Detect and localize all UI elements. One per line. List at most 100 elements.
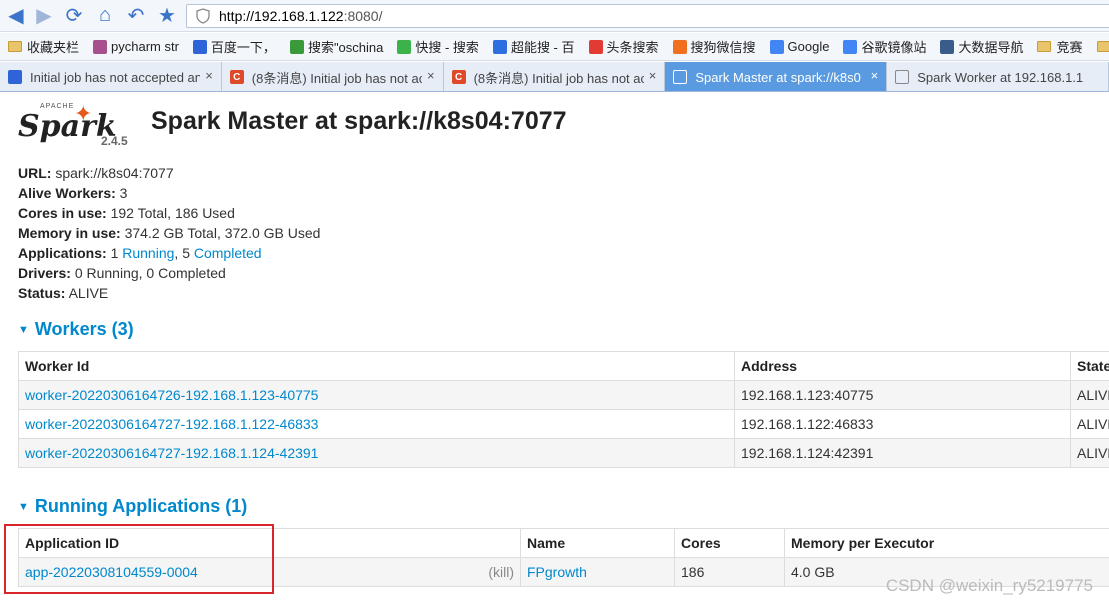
home-icon[interactable]: ⌂ xyxy=(93,3,117,27)
bookmark-label: 超能搜 - 百 xyxy=(510,40,575,55)
workers-section-toggle[interactable]: ▼ Workers (3) xyxy=(18,319,134,340)
tab-favicon-icon xyxy=(895,70,910,84)
favorite-star-icon[interactable]: ★ xyxy=(155,3,179,27)
undo-icon[interactable]: ↶ xyxy=(124,3,148,27)
bookmark-item[interactable]: 超能搜 - 百 xyxy=(492,37,575,56)
worker-address-cell: 192.168.1.124:42391 xyxy=(734,438,1071,468)
toutiao-icon xyxy=(588,39,603,54)
bookmark-item[interactable]: 搜狗微信搜 xyxy=(672,37,756,56)
worker-link[interactable]: worker-20220306164726-192.168.1.123-4077… xyxy=(25,387,318,403)
table-row: worker-20220306164727-192.168.1.124-4239… xyxy=(18,438,1109,468)
tab-favicon-icon: C xyxy=(451,70,466,84)
worker-link[interactable]: worker-20220306164727-192.168.1.124-4239… xyxy=(25,445,318,461)
worker-address-cell: 192.168.1.123:40775 xyxy=(734,380,1071,410)
table-row: worker-20220306164727-192.168.1.122-4683… xyxy=(18,409,1109,439)
bookmark-label: 搜狗微信搜 xyxy=(690,40,756,55)
summary-memory: Memory in use: 374.2 GB Total, 372.0 GB … xyxy=(18,225,321,241)
worker-link[interactable]: worker-20220306164727-192.168.1.122-4683… xyxy=(25,416,318,432)
url-text[interactable]: http://192.168.1.122:8080/ xyxy=(219,8,383,24)
worker-state-cell: ALIVE xyxy=(1070,409,1109,439)
bookmark-item[interactable]: 百度一下， xyxy=(192,37,276,56)
page-title: Spark Master at spark://k8s04:7077 xyxy=(151,107,567,135)
summary-alive-workers: Alive Workers: 3 xyxy=(18,185,128,201)
close-tab-icon[interactable]: × xyxy=(649,68,657,83)
spark-master-page: APACHE Spark ✦ 2.4.5 Spark Master at spa… xyxy=(0,93,1109,606)
browser-tab[interactable]: C (8条消息) Initial job has not ac × xyxy=(443,62,666,91)
tab-strip: Initial job has not accepted an × C (8条消息) … xyxy=(0,62,1109,92)
bookmark-label: 谷歌镜像站 xyxy=(861,40,927,55)
chaonengsou-icon xyxy=(492,39,507,54)
refresh-icon[interactable]: ⟳ xyxy=(62,3,86,27)
bookmark-label: 竞赛 xyxy=(1056,40,1083,55)
tab-title: Spark Worker at 192.168.1.1 xyxy=(917,69,1084,85)
column-header-memory-per-executor[interactable]: Memory per Executor xyxy=(784,528,1109,558)
running-apps-section-toggle[interactable]: ▼ Running Applications (1) xyxy=(18,496,247,517)
browser-toolbar: ◀ ▶ ⟳ ⌂ ↶ ★ http://192.168.1.122:8080/ xyxy=(0,0,1109,32)
worker-address-cell: 192.168.1.122:46833 xyxy=(734,409,1071,439)
watermark: CSDN @weixin_ry5219775 xyxy=(885,576,1093,595)
tab-title: Spark Master at spark://k8s0 xyxy=(695,69,861,85)
tab-favicon-icon xyxy=(8,70,22,84)
application-name-link[interactable]: FPgrowth xyxy=(527,564,587,580)
application-name-cell: FPgrowth xyxy=(520,557,675,587)
running-apps-link[interactable]: Running xyxy=(122,245,174,261)
back-icon[interactable]: ◀ xyxy=(4,3,28,27)
summary-cores: Cores in use: 192 Total, 186 Used xyxy=(18,205,235,221)
folder-icon xyxy=(1037,41,1052,52)
browser-tab[interactable]: Spark Master at spark://k8s0 × xyxy=(665,62,888,91)
tab-title: (8条消息) Initial job has not ac xyxy=(251,70,422,86)
bookmark-label: pycharm str xyxy=(111,39,179,54)
completed-apps-link[interactable]: Completed xyxy=(194,245,262,261)
search-icon xyxy=(289,39,304,54)
bookmark-item[interactable]: 竞赛 xyxy=(1037,37,1083,56)
bookmark-item[interactable]: 快搜 - 搜索 xyxy=(397,37,479,56)
bookmark-item[interactable]: 头条搜索 xyxy=(588,37,659,56)
worker-state-cell: ALIVE xyxy=(1070,438,1109,468)
bookmark-label: Google xyxy=(787,39,830,54)
browser-tab[interactable]: Spark Worker at 192.168.1.1 xyxy=(887,62,1109,91)
google-icon xyxy=(769,39,784,54)
browser-tab[interactable]: Initial job has not accepted an × xyxy=(0,62,222,91)
bookmark-label: 大数据导航 xyxy=(958,40,1024,55)
worker-id-cell: worker-20220306164727-192.168.1.122-4683… xyxy=(18,409,735,439)
tab-favicon-icon: C xyxy=(229,70,244,84)
summary-status: Status: ALIVE xyxy=(18,285,109,301)
close-tab-icon[interactable]: × xyxy=(427,68,435,83)
bookmark-item[interactable]: 谷歌镜像站 xyxy=(843,37,926,56)
bookmark-label: 头条搜索 xyxy=(606,40,659,55)
column-header-state[interactable]: State xyxy=(1070,351,1109,381)
baidu-icon xyxy=(192,39,207,54)
bookmark-label: 收藏夹栏 xyxy=(27,40,80,55)
bookmark-item[interactable]: 大数据导航 xyxy=(940,37,1023,56)
bookmark-item[interactable]: pycharm str xyxy=(93,39,179,54)
spark-star-icon: ✦ xyxy=(74,101,93,126)
browser-tab[interactable]: C (8条消息) Initial job has not ac × xyxy=(221,62,444,91)
table-row: worker-20220306164726-192.168.1.123-4077… xyxy=(18,380,1109,410)
application-cores-cell: 186 xyxy=(674,557,785,587)
close-tab-icon[interactable]: × xyxy=(871,68,879,83)
address-bar[interactable]: http://192.168.1.122:8080/ xyxy=(186,4,1109,28)
sogou-icon xyxy=(672,39,687,54)
forward-icon[interactable]: ▶ xyxy=(32,3,56,27)
column-header-name[interactable]: Name xyxy=(520,528,675,558)
folder-icon xyxy=(1096,41,1109,52)
bookmark-item[interactable]: 收藏夹栏 xyxy=(8,37,79,56)
worker-state-cell: ALIVE xyxy=(1070,380,1109,410)
column-header-cores[interactable]: Cores xyxy=(674,528,785,558)
summary-applications: Applications: 1 Running, 5 Completed xyxy=(18,245,262,261)
bookmark-item[interactable]: 数据挖掘 xyxy=(1096,37,1109,56)
close-tab-icon[interactable]: × xyxy=(205,68,213,83)
pycharm-icon xyxy=(93,39,108,54)
collapse-caret-icon: ▼ xyxy=(18,500,29,513)
kill-app-link[interactable]: (kill) xyxy=(488,564,514,580)
worker-id-cell: worker-20220306164727-192.168.1.124-4239… xyxy=(18,438,735,468)
bigdata-icon xyxy=(940,39,955,54)
bookmark-label: 搜索"oschina xyxy=(307,40,384,55)
kuaisou-icon xyxy=(397,39,412,54)
column-header-worker-id[interactable]: Worker Id xyxy=(18,351,735,381)
collapse-caret-icon: ▼ xyxy=(18,323,29,336)
column-header-address[interactable]: Address xyxy=(734,351,1071,381)
bookmark-item[interactable]: Google xyxy=(769,39,830,54)
bookmark-item[interactable]: 搜索"oschina xyxy=(289,37,384,56)
spark-logo[interactable]: APACHE Spark ✦ 2.4.5 xyxy=(18,101,133,149)
